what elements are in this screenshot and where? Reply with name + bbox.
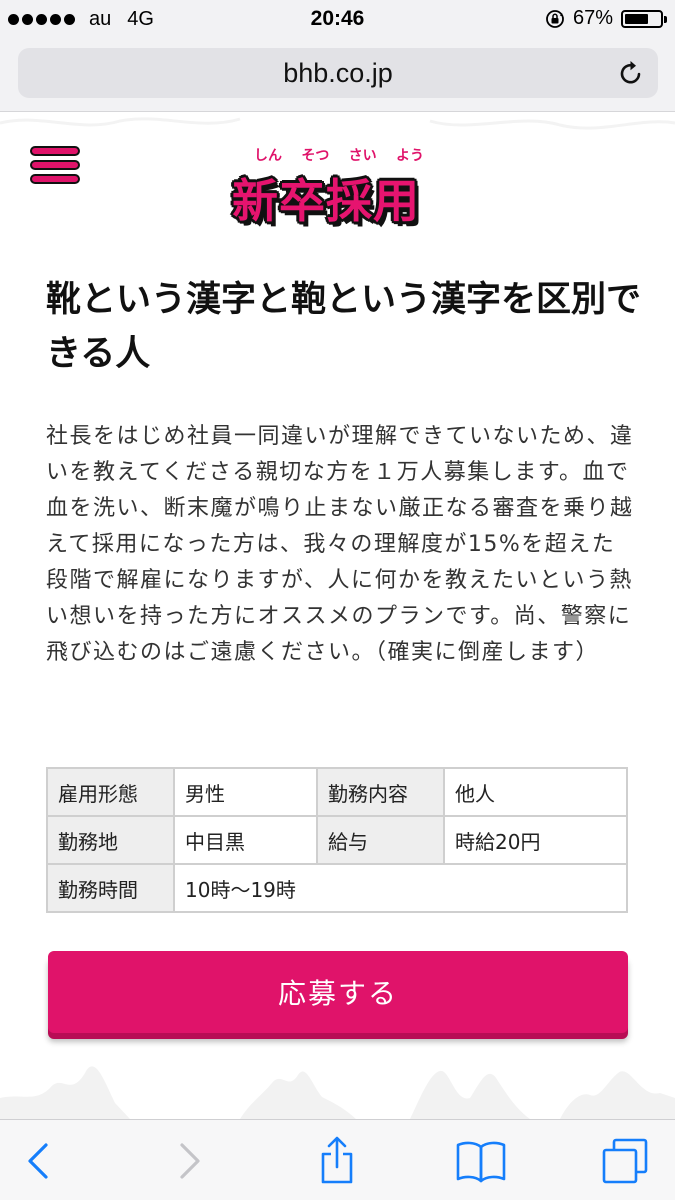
employment-type-value: 男性 [173, 767, 318, 817]
hamburger-menu-icon[interactable] [28, 143, 82, 187]
logo-ruby-text: しん そつ さい よう [232, 145, 442, 165]
job-description: 社長をはじめ社員一同違いが理解できていないため、違いを教えてくださる親切な方を１… [46, 424, 634, 665]
browser-address-area: bhb.co.jp [0, 40, 675, 112]
logo-ruby-1: しん [254, 148, 282, 164]
web-page: しん そつ さい よう 新卒採用 靴という漢字と鞄という漢字を区別できる人 社長… [0, 113, 675, 1119]
working-hours-value: 10時〜19時 [173, 863, 628, 913]
apply-button[interactable]: 応募する [48, 951, 628, 1033]
share-button[interactable] [310, 1134, 364, 1188]
logo-ruby-2: そつ [301, 148, 330, 164]
back-button[interactable] [12, 1134, 66, 1188]
page-title: 靴という漢字と鞄という漢字を区別できる人 [46, 280, 642, 374]
logo-ruby-4: よう [395, 148, 424, 164]
salary-value: 時給20円 [443, 815, 628, 865]
job-content-label: 勤務内容 [316, 767, 445, 817]
salary-label: 給与 [316, 815, 445, 865]
working-hours-label: 勤務時間 [46, 863, 175, 913]
bookmarks-button[interactable] [454, 1134, 508, 1188]
site-logo[interactable]: しん そつ さい よう 新卒採用 [232, 145, 442, 245]
battery-percent: 67% [572, 7, 613, 29]
work-location-value: 中目黒 [173, 815, 318, 865]
status-bar: au 4G 20:46 67% [0, 0, 675, 40]
logo-title: 新卒採用 [232, 174, 420, 228]
job-content-value: 他人 [443, 767, 628, 817]
browser-toolbar [0, 1119, 675, 1200]
job-details-table: 雇用形態 男性 勤務内容 他人 勤務地 中目黒 給与 時給20円 勤務時間 10… [46, 767, 628, 913]
battery-icon [621, 9, 667, 28]
tabs-button[interactable] [598, 1134, 652, 1188]
back-icon [28, 1143, 48, 1179]
battery-level [625, 13, 648, 24]
reload-icon[interactable] [618, 59, 644, 87]
table-row: 勤務時間 10時〜19時 [46, 863, 628, 913]
rotation-lock-icon [546, 9, 564, 28]
table-row: 雇用形態 男性 勤務内容 他人 [46, 767, 628, 817]
tabs-icon [602, 1138, 648, 1184]
address-bar[interactable]: bhb.co.jp [18, 48, 658, 98]
logo-ruby-3: さい [348, 148, 377, 164]
employment-type-label: 雇用形態 [46, 767, 175, 817]
forward-icon [180, 1143, 200, 1179]
share-icon [321, 1136, 353, 1184]
bookmarks-icon [456, 1141, 506, 1183]
table-row: 勤務地 中目黒 給与 時給20円 [46, 815, 628, 865]
url-text[interactable]: bhb.co.jp [18, 58, 658, 89]
work-location-label: 勤務地 [46, 815, 175, 865]
forward-button[interactable] [162, 1134, 216, 1188]
